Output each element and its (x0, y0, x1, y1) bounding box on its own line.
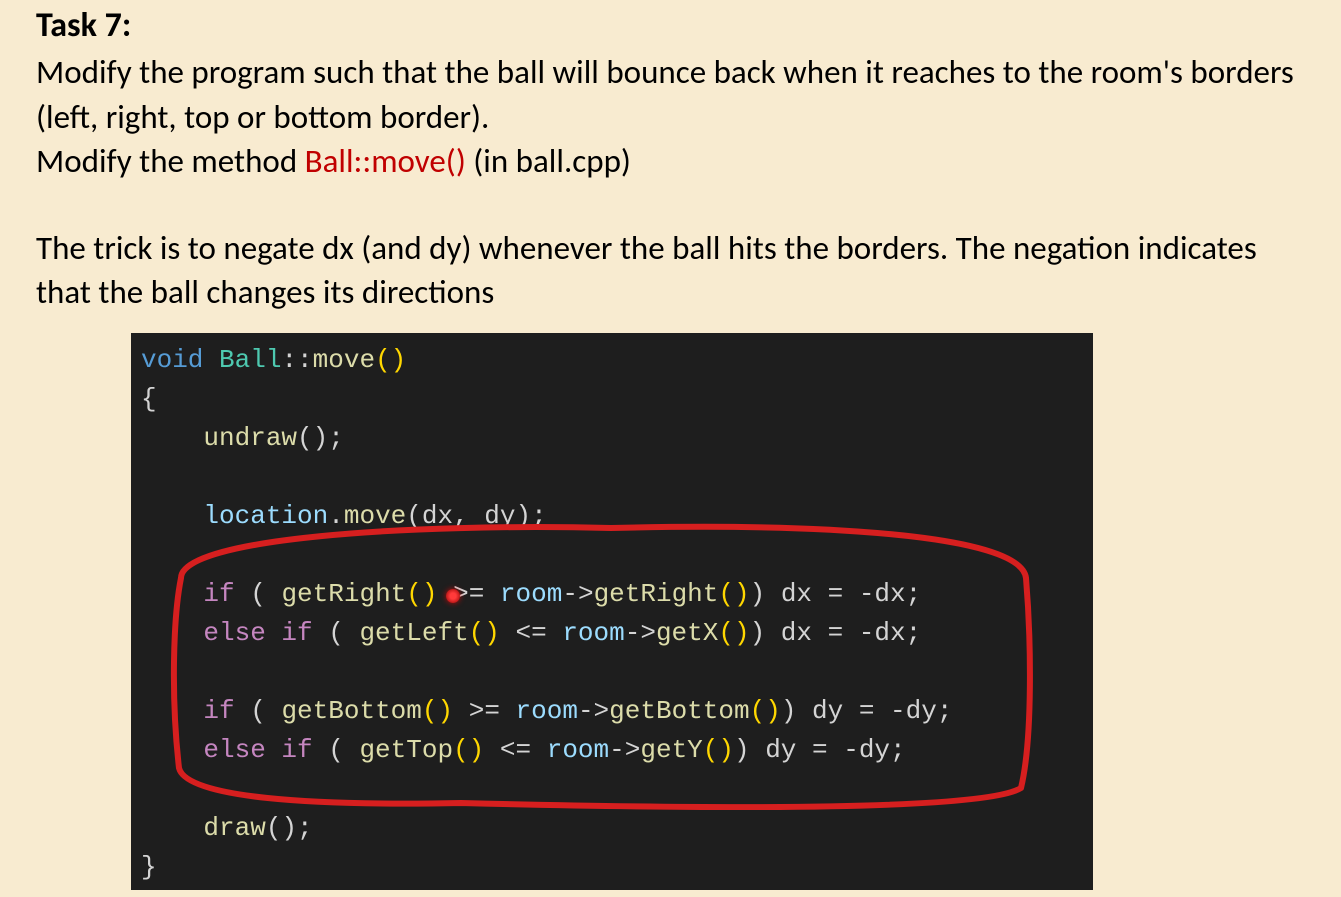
code-line-6: else if ( getLeft() <= room->getX()) dx … (141, 614, 1083, 653)
code-line-2: { (141, 380, 1083, 419)
code-line-3: undraw(); (141, 419, 1083, 458)
code-snippet: void Ball::move() { undraw(); location.m… (131, 333, 1093, 890)
code-blank-1 (141, 458, 1083, 497)
code-line-8: else if ( getTop() <= room->getY()) dy =… (141, 731, 1083, 770)
task-explanation: The trick is to negate dx (and dy) whene… (36, 226, 1305, 315)
code-blank-3 (141, 653, 1083, 692)
code-blank-2 (141, 536, 1083, 575)
code-line-4: location.move(dx, dy); (141, 497, 1083, 536)
code-line-10: } (141, 848, 1083, 887)
method-reference: Ball::move() (305, 141, 466, 181)
code-line-1: void Ball::move() (141, 341, 1083, 380)
code-line-9: draw(); (141, 809, 1083, 848)
task-description: Modify the program such that the ball wi… (36, 50, 1305, 184)
code-line-7: if ( getBottom() >= room->getBottom()) d… (141, 692, 1083, 731)
task-desc-line1: Modify the program such that the ball wi… (36, 52, 1294, 137)
task-title: Task 7: (36, 5, 1305, 46)
task-desc-line2-prefix: Modify the method (36, 141, 305, 181)
laser-pointer-icon (446, 589, 460, 603)
task-desc-line2-suffix: (in ball.cpp) (466, 141, 631, 181)
code-line-5: if ( getRight() >= room->getRight()) dx … (141, 575, 1083, 614)
code-blank-4 (141, 770, 1083, 809)
slide-content: Task 7: Modify the program such that the… (0, 0, 1341, 890)
